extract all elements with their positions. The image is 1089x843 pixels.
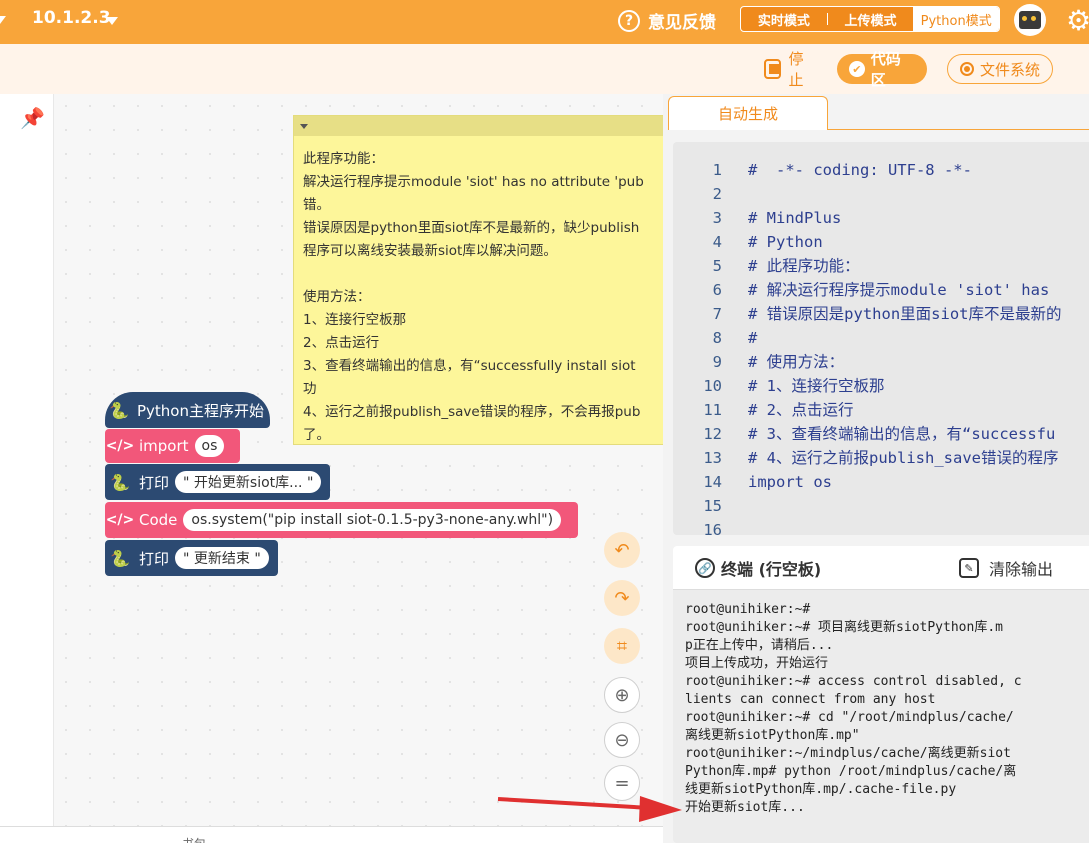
- annotation-arrow: [497, 796, 682, 822]
